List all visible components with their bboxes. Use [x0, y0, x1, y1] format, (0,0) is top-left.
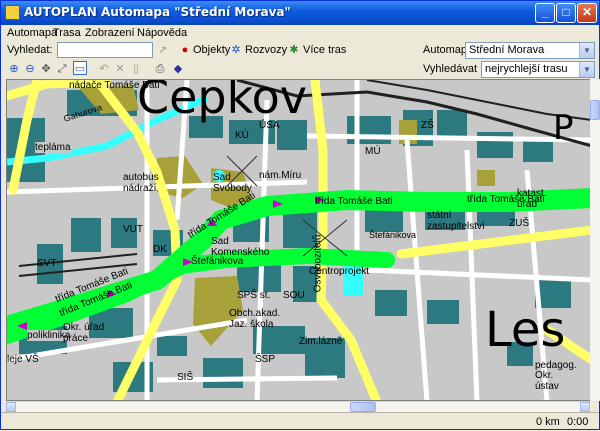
poi-label: MÚ — [365, 146, 381, 157]
poi-label: leje VŠ — [7, 354, 39, 365]
search-mode-value: nejrychlejší trasu — [485, 63, 568, 75]
poi-label: SVT — [37, 258, 57, 269]
maximize-button[interactable]: □ — [556, 3, 576, 23]
poi-label: Sad Svobody — [213, 172, 252, 194]
chevron-down-icon[interactable]: ▼ — [579, 43, 594, 58]
title-bar[interactable]: AUTOPLAN Automapa "Střední Morava" _ □ ✕ — [1, 1, 599, 25]
poi-label: Centroprojekt — [309, 266, 370, 277]
poi-label: ZŠ — [421, 120, 434, 131]
poi-label: Obch.akad. Jaz. škola — [229, 308, 281, 330]
zoom-out-icon[interactable]: ⊖ — [23, 62, 37, 76]
map-view[interactable]: Čepkov Les P nádače Tomáše Bati Gahurova… — [6, 79, 591, 401]
junctions-icon[interactable]: ✲ — [229, 43, 243, 57]
poi-label: Zim.lázně — [299, 336, 343, 347]
poi-label: státní zastupitelství — [427, 210, 485, 232]
poi-label: SIŠ — [177, 372, 194, 383]
horizontal-scrollbar[interactable] — [6, 401, 591, 412]
delete-icon[interactable]: ✕ — [113, 62, 127, 76]
poi-label: Okr. úřad práce — [63, 322, 105, 344]
poi-label: nádače Tomáše Bati — [69, 80, 160, 91]
poi-label: ZUŠ — [509, 218, 529, 229]
status-bar: 0 km 0:00 — [1, 412, 599, 431]
menu-trasa[interactable]: Trasa — [53, 27, 81, 39]
app-icon — [5, 5, 20, 20]
more-routes-button[interactable]: Více tras — [303, 44, 346, 56]
search-input[interactable] — [57, 42, 153, 58]
street-label: třída Tomáše Bati — [315, 196, 393, 207]
scroll-left-button[interactable] — [6, 402, 16, 412]
search-mode-label: Vyhledávat — [423, 63, 478, 75]
poi-label: tepláma — [35, 142, 71, 153]
poi-label: ÚSA — [259, 120, 280, 131]
book-icon[interactable]: ◆ — [171, 62, 185, 76]
street-label: Štefánikova — [369, 230, 417, 240]
poi-label: Sad Komenského — [211, 236, 270, 258]
poi-label: Okr. ústav — [535, 370, 559, 392]
copy-icon[interactable]: ▯ — [129, 62, 143, 76]
horizontal-scroll-thumb[interactable] — [350, 402, 376, 412]
search-label: Vyhledat: — [7, 44, 53, 56]
junctions-button[interactable]: Rozvozy — [245, 44, 287, 56]
menu-napoveda[interactable]: Nápověda — [137, 27, 187, 39]
poi-label: ŠSP — [255, 354, 276, 365]
search-toolbar: Vyhledat: ➚ ● Objekty ✲ Rozvozy ✱ Více t… — [1, 41, 599, 60]
poi-label: KÚ — [235, 130, 249, 141]
poi-label: nám.Míru — [259, 170, 302, 181]
print-icon[interactable]: ⎙ — [153, 62, 167, 76]
more-routes-icon[interactable]: ✱ — [287, 43, 301, 57]
map-toolbar: ⊕ ⊖ ✥ ⤢ ▭ ↶ ✕ ▯ ⎙ ◆ Vyhledávat nejrychle… — [1, 60, 599, 79]
menu-zobrazeni[interactable]: Zobrazení — [85, 27, 135, 39]
menu-automapa[interactable]: Automapa — [7, 27, 57, 39]
window-title: AUTOPLAN Automapa "Střední Morava" — [24, 5, 291, 19]
automapa-value: Střední Morava — [469, 44, 545, 56]
undo-icon[interactable]: ↶ — [97, 62, 111, 76]
street-label: Štefánikova — [191, 256, 244, 267]
scroll-right-button[interactable] — [580, 402, 590, 412]
status-time: 0:00 — [567, 416, 589, 428]
poi-label: SOU — [283, 290, 305, 301]
poi-label: SPŠ st. — [237, 290, 271, 301]
poi-label: Čepkov — [137, 79, 307, 124]
zoom-extent-icon[interactable]: ⤢ — [55, 62, 69, 76]
poi-label: pedagog. — [535, 360, 577, 371]
map-window-icon[interactable]: ▭ — [73, 61, 87, 75]
vertical-scroll-thumb[interactable] — [590, 100, 600, 120]
search-mode-select[interactable]: nejrychlejší trasu ▼ — [481, 61, 595, 78]
objects-icon[interactable]: ● — [178, 43, 192, 57]
chevron-down-icon[interactable]: ▼ — [579, 62, 594, 77]
poi-label: VUT — [123, 224, 143, 235]
poi-label: autobus nádraží — [123, 172, 159, 194]
app-window: AUTOPLAN Automapa "Střední Morava" _ □ ✕… — [0, 0, 600, 430]
go-arrow-icon[interactable]: ➚ — [156, 43, 170, 57]
status-distance: 0 km — [536, 416, 560, 428]
close-button[interactable]: ✕ — [577, 3, 597, 23]
zoom-in-icon[interactable]: ⊕ — [7, 62, 21, 76]
poi-label: katast. úřad — [517, 188, 547, 210]
menu-bar: Automapa Trasa Zobrazení Nápověda — [1, 25, 599, 42]
minimize-button[interactable]: _ — [535, 3, 555, 23]
automapa-select[interactable]: Střední Morava ▼ — [465, 42, 595, 59]
street-label: Osvobozitelů — [312, 234, 324, 293]
pan-icon[interactable]: ✥ — [39, 62, 53, 76]
poi-label: Les — [485, 302, 566, 358]
objects-button[interactable]: Objekty — [193, 44, 230, 56]
poi-label: DK — [153, 244, 167, 255]
vertical-scrollbar[interactable] — [590, 79, 600, 401]
poi-label: P — [553, 108, 574, 148]
